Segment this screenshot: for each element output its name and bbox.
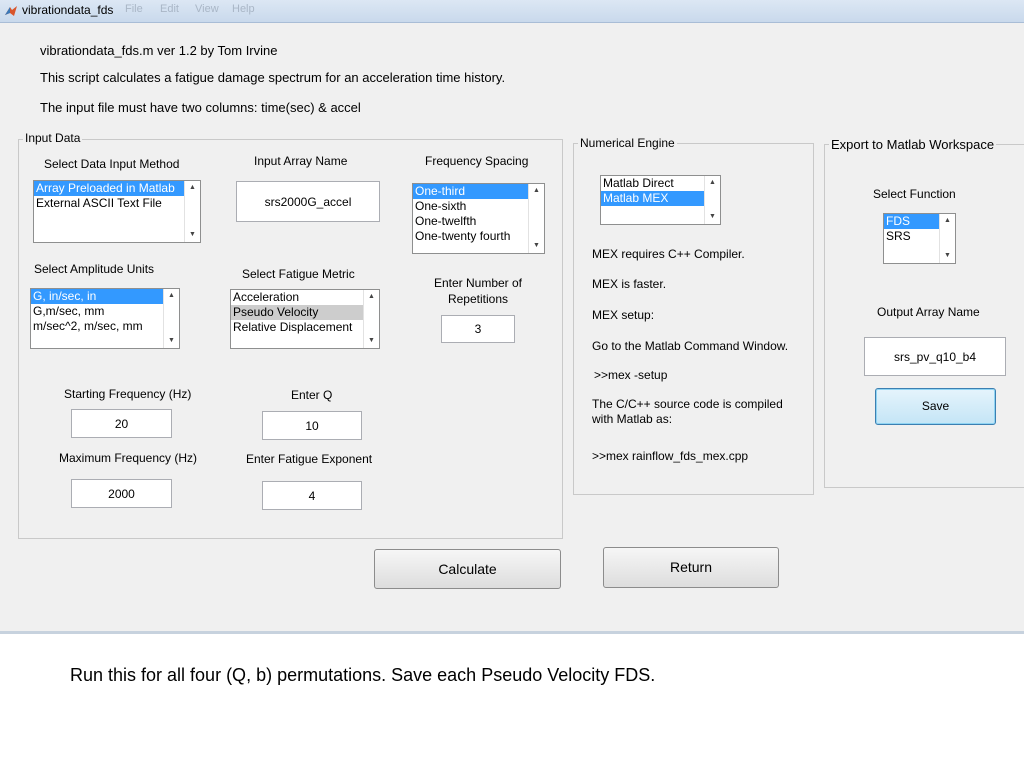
save-button[interactable]: Save (875, 388, 996, 425)
starting-frequency-label: Starting Frequency (Hz) (64, 387, 192, 401)
repetitions-label: Enter Number of Repetitions (430, 276, 526, 306)
scrollbar[interactable]: ▲ ▼ (184, 181, 200, 242)
return-button[interactable]: Return (603, 547, 779, 588)
menu-edit[interactable]: Edit (160, 3, 179, 15)
list-item[interactable]: One-twelfth (413, 214, 544, 229)
application-window: vibrationdata_fds File Edit View Help vi… (0, 0, 1024, 634)
list-item[interactable]: Array Preloaded in Matlab (34, 181, 200, 196)
maximum-frequency-label: Maximum Frequency (Hz) (59, 451, 198, 465)
mex-note-command-window: Go to the Matlab Command Window. (592, 339, 789, 353)
select-function-label: Select Function (873, 187, 956, 201)
menu-view[interactable]: View (195, 3, 219, 15)
scrollbar[interactable]: ▲ ▼ (363, 290, 379, 348)
mex-note-setup: MEX setup: (592, 308, 655, 322)
list-item[interactable]: One-twenty fourth (413, 229, 544, 244)
list-item[interactable]: Relative Displacement (231, 320, 379, 335)
input-array-name-field[interactable]: srs2000G_accel (236, 181, 380, 222)
scroll-down-icon[interactable]: ▼ (185, 228, 200, 242)
scroll-up-icon[interactable]: ▲ (940, 214, 955, 228)
menu-file[interactable]: File (125, 3, 143, 15)
scrollbar[interactable]: ▲ ▼ (163, 289, 179, 348)
input-file-note: The input file must have two columns: ti… (40, 100, 361, 115)
data-input-method-list[interactable]: Array Preloaded in Matlab External ASCII… (33, 180, 201, 243)
scroll-up-icon[interactable]: ▲ (164, 289, 179, 303)
fatigue-exponent-field[interactable]: 4 (262, 481, 362, 510)
mex-note-setup-command: >>mex -setup (594, 368, 668, 382)
frequency-spacing-list[interactable]: One-third One-sixth One-twelfth One-twen… (412, 183, 545, 254)
fatigue-metric-label: Select Fatigue Metric (242, 267, 355, 281)
list-item[interactable]: FDS (884, 214, 939, 229)
amplitude-units-list[interactable]: G, in/sec, in G,m/sec, mm m/sec^2, m/sec… (30, 288, 180, 349)
list-item[interactable]: Matlab Direct (601, 176, 720, 191)
input-array-name-label: Input Array Name (254, 154, 348, 168)
list-item[interactable]: G, in/sec, in (31, 289, 179, 304)
list-item[interactable]: One-third (413, 184, 544, 199)
scrollbar[interactable]: ▲ ▼ (704, 176, 720, 224)
list-item[interactable]: Acceleration (231, 290, 379, 305)
output-array-name-label: Output Array Name (877, 305, 980, 319)
starting-frequency-field[interactable]: 20 (71, 409, 172, 438)
q-label: Enter Q (291, 388, 333, 402)
scroll-down-icon[interactable]: ▼ (364, 334, 379, 348)
window-title: vibrationdata_fds (22, 3, 114, 17)
scrollbar[interactable]: ▲ ▼ (528, 184, 544, 253)
scroll-up-icon[interactable]: ▲ (185, 181, 200, 195)
script-title: vibrationdata_fds.m ver 1.2 by Tom Irvin… (40, 43, 278, 58)
scroll-up-icon[interactable]: ▲ (529, 184, 544, 198)
scroll-up-icon[interactable]: ▲ (705, 176, 720, 190)
list-item[interactable]: m/sec^2, m/sec, mm (31, 319, 179, 334)
list-item[interactable]: Matlab MEX (601, 191, 720, 206)
matlab-icon (5, 6, 17, 16)
list-item[interactable]: G,m/sec, mm (31, 304, 179, 319)
title-bar: vibrationdata_fds File Edit View Help (0, 0, 1024, 23)
scroll-up-icon[interactable]: ▲ (364, 290, 379, 304)
scroll-down-icon[interactable]: ▼ (164, 334, 179, 348)
input-data-title: Input Data (23, 131, 83, 145)
frequency-spacing-label: Frequency Spacing (425, 154, 529, 168)
repetitions-label-line1: Enter Number of (433, 276, 523, 290)
mex-note-compile-command: >>mex rainflow_fds_mex.cpp (592, 449, 749, 463)
q-field[interactable]: 10 (262, 411, 362, 440)
mex-note-faster: MEX is faster. (592, 277, 667, 291)
scroll-down-icon[interactable]: ▼ (940, 249, 955, 263)
script-description: This script calculates a fatigue damage … (40, 70, 506, 85)
scroll-down-icon[interactable]: ▼ (529, 239, 544, 253)
numerical-engine-title: Numerical Engine (578, 136, 677, 150)
list-item[interactable]: Pseudo Velocity (231, 305, 379, 320)
mex-note-compile-line2: with Matlab as: (592, 412, 673, 426)
fatigue-exponent-label: Enter Fatigue Exponent (246, 452, 373, 466)
numerical-engine-list[interactable]: Matlab Direct Matlab MEX ▲ ▼ (600, 175, 721, 225)
repetitions-field[interactable]: 3 (441, 315, 515, 343)
scrollbar[interactable]: ▲ ▼ (939, 214, 955, 263)
fatigue-metric-list[interactable]: Acceleration Pseudo Velocity Relative Di… (230, 289, 380, 349)
mex-note-compiler: MEX requires C++ Compiler. (592, 247, 745, 261)
select-function-list[interactable]: FDS SRS ▲ ▼ (883, 213, 956, 264)
repetitions-label-line2: Repetitions (447, 292, 509, 306)
menu-help[interactable]: Help (232, 3, 255, 15)
amplitude-units-label: Select Amplitude Units (34, 262, 155, 276)
scroll-down-icon[interactable]: ▼ (705, 210, 720, 224)
list-item[interactable]: External ASCII Text File (34, 196, 200, 211)
export-title: Export to Matlab Workspace (829, 137, 997, 152)
mex-note-compile-line1: The C/C++ source code is compiled (592, 397, 783, 411)
maximum-frequency-field[interactable]: 2000 (71, 479, 172, 508)
list-item[interactable]: One-sixth (413, 199, 544, 214)
calculate-button[interactable]: Calculate (374, 549, 561, 589)
data-input-method-label: Select Data Input Method (44, 157, 180, 171)
output-array-name-field[interactable]: srs_pv_q10_b4 (864, 337, 1006, 376)
slide-caption: Run this for all four (Q, b) permutation… (70, 665, 656, 685)
